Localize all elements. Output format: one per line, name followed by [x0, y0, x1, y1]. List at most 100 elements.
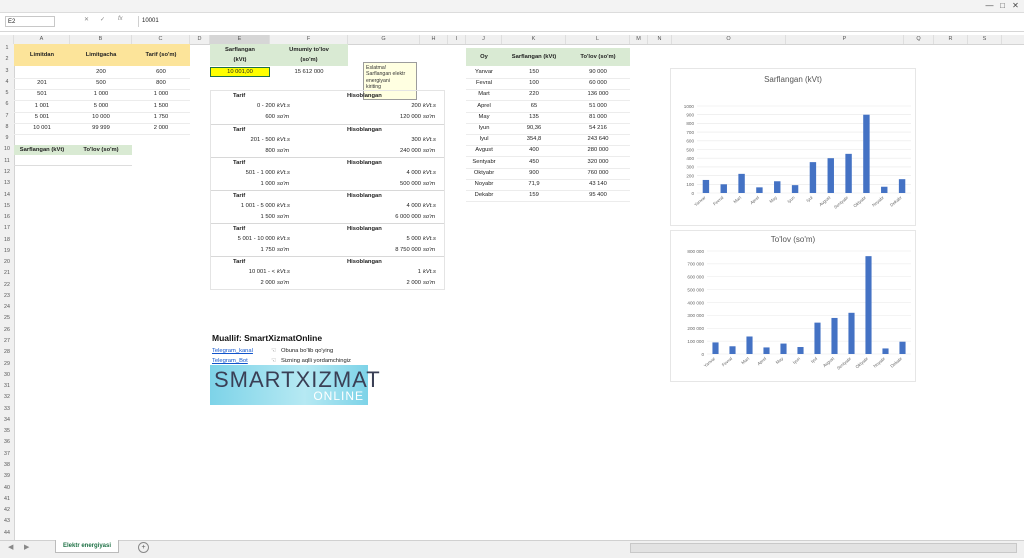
row-header-25[interactable]: 25 — [0, 314, 14, 323]
row-header-13[interactable]: 13 — [0, 179, 14, 188]
row-header-26[interactable]: 26 — [0, 326, 14, 335]
column-header-m[interactable]: M — [630, 35, 648, 44]
row-header-4[interactable]: 4 — [0, 78, 14, 87]
row-header-31[interactable]: 31 — [0, 382, 14, 391]
x-tick-label: Aprel — [756, 356, 767, 366]
confirm-icon[interactable]: ✓ — [100, 16, 105, 23]
bar — [882, 348, 889, 354]
row-header-3[interactable]: 3 — [0, 67, 14, 76]
row-header-6[interactable]: 6 — [0, 100, 14, 109]
row-header-39[interactable]: 39 — [0, 472, 14, 481]
calc-range: 501 - 1 000 — [245, 170, 275, 176]
column-header-p[interactable]: P — [786, 35, 904, 44]
row-header-40[interactable]: 40 — [0, 484, 14, 493]
maximize-button[interactable]: □ — [997, 1, 1008, 10]
row-header-5[interactable]: 5 — [0, 89, 14, 98]
y-tick-label: 800 — [686, 121, 694, 126]
formula-input[interactable]: 10001 — [138, 16, 1018, 27]
small-table-input-row[interactable] — [14, 155, 132, 166]
tariff-cell: 200 — [70, 68, 132, 79]
column-header-o[interactable]: O — [672, 35, 786, 44]
chart-payment[interactable]: To'lov (so'm) 0 100 000 200 000 300 000 400 … — [670, 230, 916, 382]
sheet-scroll-right-icon[interactable]: ▶ — [24, 543, 29, 551]
row-header-27[interactable]: 27 — [0, 337, 14, 346]
calc-price: 1 000 — [260, 181, 275, 187]
row-header-1[interactable]: 1 — [0, 44, 14, 53]
row-header-8[interactable]: 8 — [0, 123, 14, 132]
row-header-17[interactable]: 17 — [0, 224, 14, 233]
column-header-j[interactable]: J — [466, 35, 502, 44]
row-header-16[interactable]: 16 — [0, 213, 14, 222]
function-icon[interactable]: fx — [118, 16, 123, 22]
row-header-9[interactable]: 9 — [0, 134, 14, 143]
row-header-29[interactable]: 29 — [0, 360, 14, 369]
column-header-g[interactable]: G — [348, 35, 420, 44]
sheet-scroll-left-icon[interactable]: ◀ — [8, 543, 13, 551]
monthly-cell: 354,8 — [502, 135, 566, 147]
row-header-37[interactable]: 37 — [0, 450, 14, 459]
sheet-tab-elektr[interactable]: Elektr energiyasi — [55, 540, 119, 553]
monthly-cell: 159 — [502, 191, 566, 203]
row-header-38[interactable]: 38 — [0, 461, 14, 470]
calc-range-unit: kVt.s — [277, 203, 290, 209]
row-header-11[interactable]: 11 — [0, 157, 14, 166]
row-header-35[interactable]: 35 — [0, 427, 14, 436]
consumption-input-cell[interactable]: 10 001,00 — [210, 67, 270, 77]
add-sheet-button[interactable]: + — [138, 542, 149, 553]
column-header-f[interactable]: F — [270, 35, 348, 44]
monthly-cell: 900 — [502, 169, 566, 180]
row-header-10[interactable]: 10 — [0, 145, 14, 154]
calc-range: 5 001 - 10 000 — [237, 236, 275, 242]
row-header-44[interactable]: 44 — [0, 529, 14, 538]
row-header-24[interactable]: 24 — [0, 303, 14, 312]
close-button[interactable]: ✕ — [1010, 1, 1021, 10]
column-header-h[interactable]: H — [420, 35, 448, 44]
row-header-2[interactable]: 2 — [0, 55, 14, 64]
row-header-23[interactable]: 23 — [0, 292, 14, 301]
bar — [756, 187, 763, 193]
row-header-34[interactable]: 34 — [0, 416, 14, 425]
name-box[interactable]: E2 — [5, 16, 55, 27]
row-header-32[interactable]: 32 — [0, 393, 14, 402]
column-header-i[interactable]: I — [448, 35, 466, 44]
row-header-7[interactable]: 7 — [0, 112, 14, 121]
row-header-36[interactable]: 36 — [0, 438, 14, 447]
column-header-e[interactable]: E — [210, 35, 270, 44]
row-header-43[interactable]: 43 — [0, 517, 14, 526]
row-header-28[interactable]: 28 — [0, 348, 14, 357]
row-header-12[interactable]: 12 — [0, 168, 14, 177]
minimize-button[interactable]: — — [984, 1, 995, 10]
column-header-n[interactable]: N — [648, 35, 672, 44]
column-header-c[interactable]: C — [132, 35, 190, 44]
telegram-channel-link[interactable]: Telegram_kanal — [212, 346, 253, 356]
row-header-33[interactable]: 33 — [0, 405, 14, 414]
column-header-d[interactable]: D — [190, 35, 210, 44]
row-header-41[interactable]: 41 — [0, 495, 14, 504]
select-all-corner[interactable] — [0, 35, 14, 44]
calc-block: Tarif Hisoblangan 10 001 - < kVt.s 2 000 so'm… — [211, 256, 444, 290]
column-header-k[interactable]: K — [502, 35, 566, 44]
column-header-a[interactable]: A — [14, 35, 70, 44]
row-header-30[interactable]: 30 — [0, 371, 14, 380]
row-header-14[interactable]: 14 — [0, 191, 14, 200]
calc-block: Tarif Hisoblangan 201 - 500 kVt.s 800 so'm 300… — [211, 124, 444, 158]
header-umumiy-line2: (so'm) — [300, 57, 318, 63]
calc-range: 0 - 200 — [256, 103, 275, 109]
column-header-q[interactable]: Q — [904, 35, 934, 44]
column-header-r[interactable]: R — [934, 35, 968, 44]
row-header-22[interactable]: 22 — [0, 281, 14, 290]
row-header-20[interactable]: 20 — [0, 258, 14, 267]
column-header-l[interactable]: L — [566, 35, 630, 44]
chart-consumption[interactable]: Sarflangan (kVt) 0 100 200 300 400 500 600 700 8… — [670, 68, 916, 226]
smartxizmat-logo[interactable]: SMARTXIZMAT ONLINE — [210, 365, 380, 405]
row-header-18[interactable]: 18 — [0, 236, 14, 245]
row-header-21[interactable]: 21 — [0, 269, 14, 278]
cancel-icon[interactable]: ✕ — [84, 16, 89, 23]
column-header-b[interactable]: B — [70, 35, 132, 44]
column-header-s[interactable]: S — [968, 35, 1002, 44]
row-header-19[interactable]: 19 — [0, 247, 14, 256]
horizontal-scrollbar[interactable] — [630, 543, 1017, 553]
y-tick-label: 100 — [686, 182, 694, 187]
row-header-42[interactable]: 42 — [0, 506, 14, 515]
row-header-15[interactable]: 15 — [0, 202, 14, 211]
